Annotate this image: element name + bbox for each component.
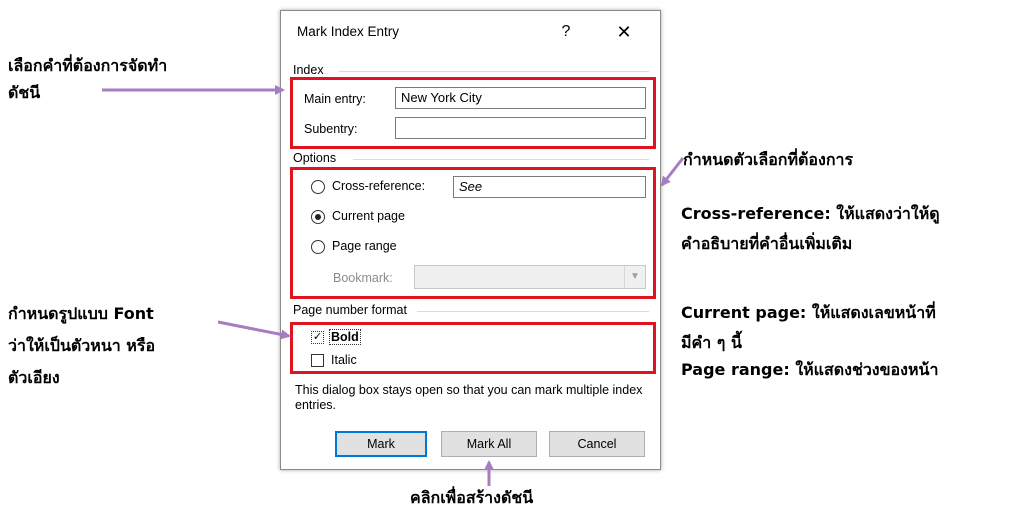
arrow-to-format	[217, 320, 291, 340]
arrow-to-options	[660, 157, 685, 187]
callout-arrows	[102, 85, 685, 486]
